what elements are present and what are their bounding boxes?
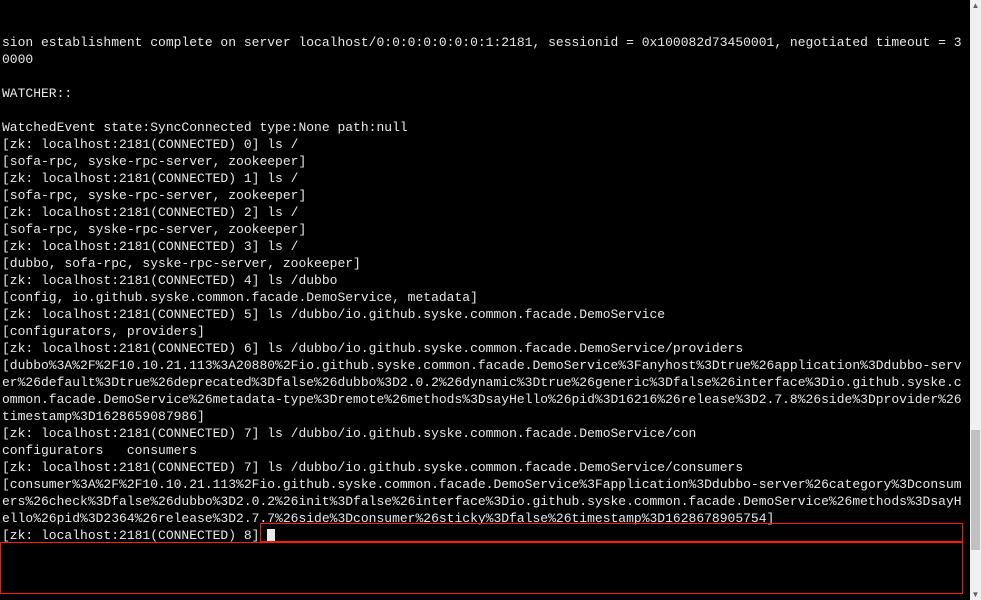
terminal-window[interactable]: sion establishment complete on server lo… xyxy=(0,0,970,600)
terminal-cursor xyxy=(267,529,275,543)
terminal-output: sion establishment complete on server lo… xyxy=(2,34,968,544)
scroll-up-arrow-icon[interactable]: ▲ xyxy=(970,0,981,11)
annotation-highlight-output xyxy=(0,542,963,594)
scroll-down-arrow-icon[interactable]: ▼ xyxy=(970,589,981,600)
vertical-scrollbar[interactable]: ▲ ▼ xyxy=(970,0,981,600)
scrollbar-thumb[interactable] xyxy=(971,430,980,550)
